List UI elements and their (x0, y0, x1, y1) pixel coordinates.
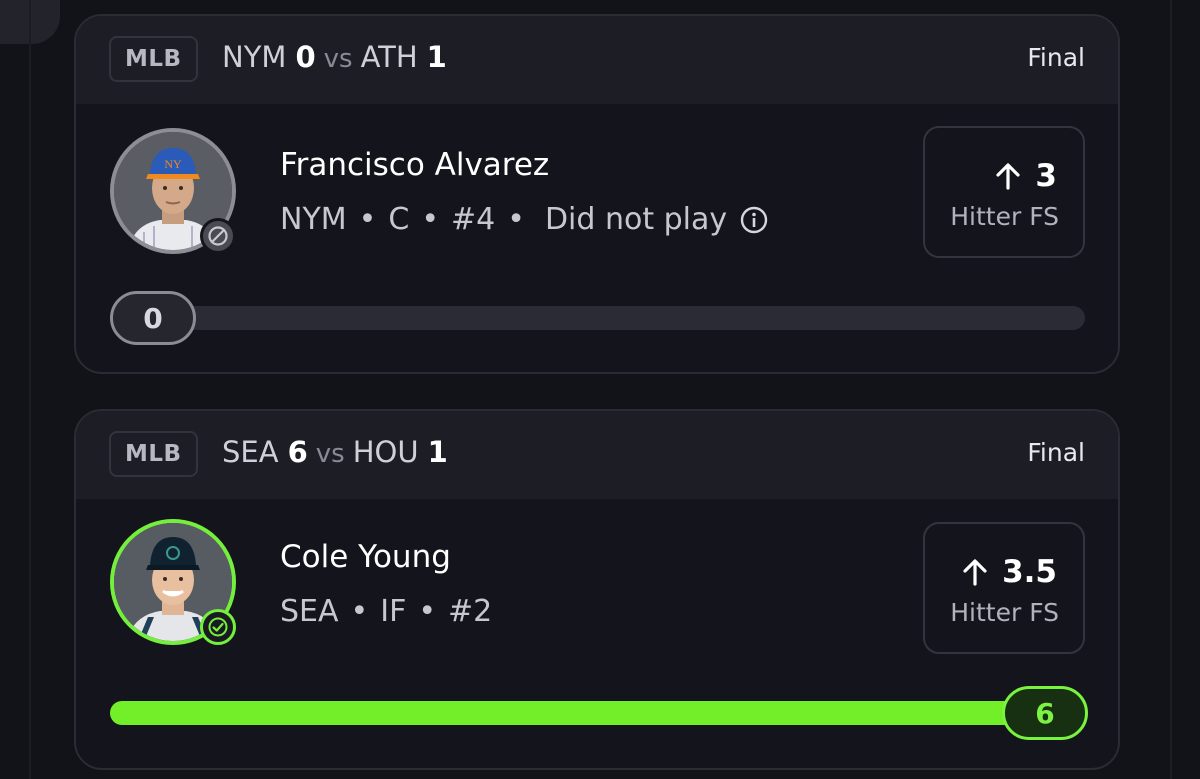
home-score: 6 (287, 435, 308, 469)
separator: • (421, 202, 440, 237)
league-badge: MLB (109, 36, 198, 82)
avatar[interactable]: NY (110, 128, 236, 254)
home-team: NYM (222, 40, 287, 74)
projection-value: 3.5 (960, 554, 1057, 590)
matchup: NYM 0 vs ATH 1 (222, 40, 447, 74)
projection-box[interactable]: 3.5 Hitter FS (923, 522, 1085, 654)
game-status: Final (1027, 438, 1085, 467)
vs-label: vs (323, 44, 353, 74)
separator: • (350, 594, 369, 629)
up-arrow-icon (960, 557, 990, 587)
game-status: Final (1027, 43, 1085, 72)
svg-text:NY: NY (164, 157, 182, 171)
home-team: SEA (222, 435, 279, 469)
projection-value: 3 (993, 158, 1057, 194)
player-name[interactable]: Cole Young (280, 539, 451, 575)
right-divider (1170, 0, 1172, 779)
away-score: 1 (426, 40, 447, 74)
player-number: #4 (451, 202, 496, 237)
pick-card[interactable]: MLB SEA 6 vs HOU 1 Final Cole Young SEA … (74, 409, 1120, 770)
result-value-pill: 6 (1002, 686, 1088, 740)
projection-label: Hitter FS (950, 202, 1059, 231)
away-score: 1 (427, 435, 448, 469)
player-position: C (388, 202, 410, 237)
info-icon[interactable] (739, 205, 769, 235)
progress-track: 0 (110, 291, 1085, 345)
away-team: HOU (352, 435, 419, 469)
player-meta: SEA • IF • #2 (280, 594, 492, 629)
up-arrow-icon (993, 161, 1023, 191)
progress-fill (110, 701, 1085, 725)
projection-box[interactable]: 3 Hitter FS (923, 126, 1085, 258)
away-team: ATH (360, 40, 418, 74)
game-header: MLB SEA 6 vs HOU 1 Final (76, 411, 1118, 499)
projection-number: 3.5 (1002, 554, 1057, 590)
left-divider (29, 0, 31, 779)
vs-label: vs (315, 439, 345, 469)
check-icon (200, 609, 236, 645)
separator: • (418, 594, 437, 629)
separator: • (507, 202, 525, 237)
projection-label: Hitter FS (950, 598, 1059, 627)
player-meta: NYM • C • #4 • Did not play (280, 202, 769, 237)
player-name[interactable]: Francisco Alvarez (280, 147, 549, 183)
game-header: MLB NYM 0 vs ATH 1 Final (76, 16, 1118, 104)
player-number: #2 (448, 594, 493, 629)
pick-card[interactable]: MLB NYM 0 vs ATH 1 Final NY Francisco Al… (74, 14, 1120, 374)
player-team: SEA (280, 594, 339, 629)
player-team: NYM (280, 202, 347, 237)
ban-icon (200, 218, 236, 254)
matchup: SEA 6 vs HOU 1 (222, 435, 448, 469)
results-page: MLB NYM 0 vs ATH 1 Final NY Francisco Al… (0, 0, 1200, 779)
projection-number: 3 (1035, 158, 1057, 194)
did-not-play-label: Did not play (544, 202, 728, 237)
result-value-pill: 0 (110, 291, 196, 345)
player-position: IF (380, 594, 407, 629)
home-score: 0 (295, 40, 316, 74)
progress-track: 6 (110, 686, 1088, 740)
league-badge: MLB (109, 431, 198, 477)
avatar[interactable] (110, 519, 236, 645)
separator: • (358, 202, 377, 237)
